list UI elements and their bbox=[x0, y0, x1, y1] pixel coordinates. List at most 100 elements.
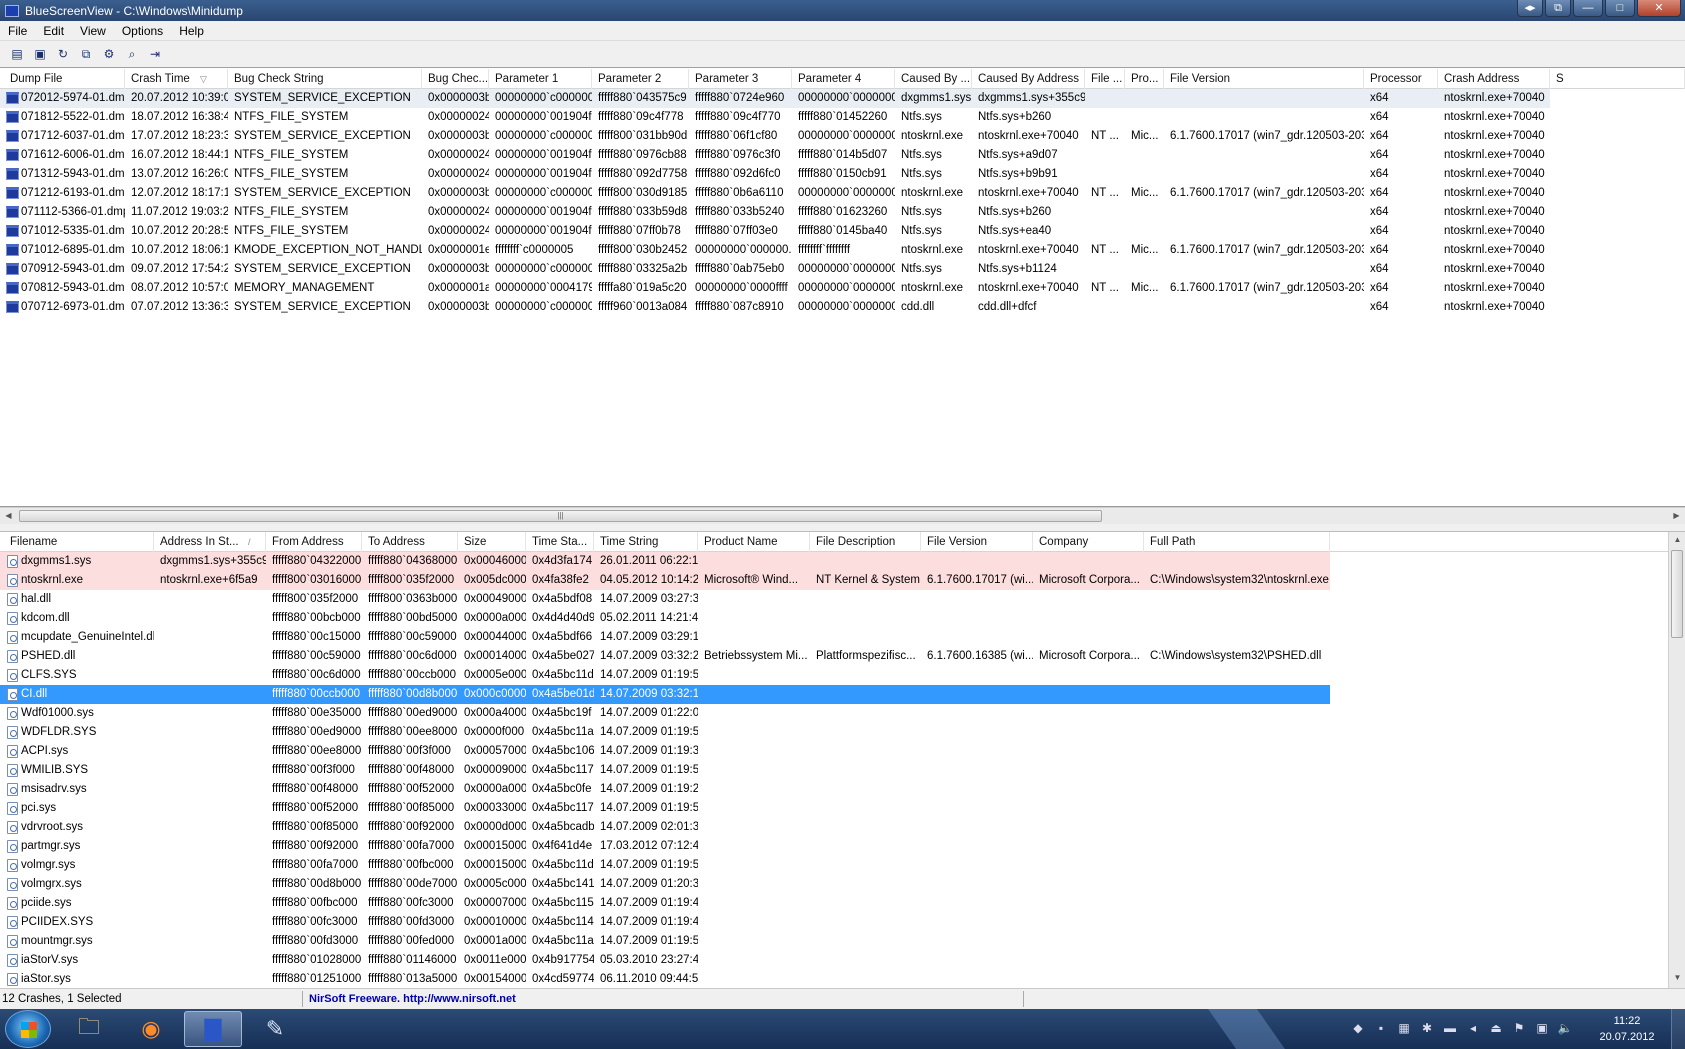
table-row[interactable]: 071312-5943-01.dmp 13.07.2012 16:26:02 NTF… bbox=[0, 165, 1685, 184]
tray-hardware-icon[interactable]: ▪ bbox=[1373, 1020, 1389, 1036]
column-header[interactable]: File Version bbox=[921, 532, 1033, 552]
start-button[interactable] bbox=[5, 1010, 51, 1048]
horizontal-scrollbar[interactable]: ◀ ||| ▶ bbox=[0, 507, 1685, 524]
tray-flag-icon[interactable]: ⚑ bbox=[1511, 1020, 1527, 1036]
table-row[interactable]: ntoskrnl.exe ntoskrnl.exe+6f5a9 fffff800`0… bbox=[0, 571, 1685, 590]
column-header[interactable]: Caused By Address bbox=[972, 69, 1085, 89]
column-header[interactable]: Full Path bbox=[1144, 532, 1330, 552]
table-row[interactable]: CLFS.SYS fffff880`00c6d000 fffff880`00ccb0… bbox=[0, 666, 1685, 685]
column-header[interactable]: Pro... bbox=[1125, 69, 1164, 89]
exit-icon[interactable]: ⇥ bbox=[146, 45, 164, 63]
column-header[interactable]: Parameter 2 bbox=[592, 69, 689, 89]
menu-view[interactable]: View bbox=[72, 24, 114, 38]
tray-antivirus-icon[interactable]: ✱ bbox=[1419, 1020, 1435, 1036]
table-row[interactable]: CI.dll fffff880`00ccb000 fffff880`00d8b000… bbox=[0, 685, 1685, 704]
table-row[interactable]: vdrvroot.sys fffff880`00f85000 fffff880`00… bbox=[0, 818, 1685, 837]
column-header[interactable]: From Address bbox=[266, 532, 362, 552]
column-header[interactable]: Bug Check String bbox=[228, 69, 422, 89]
table-row[interactable]: 070812-5943-01.dmp 08.07.2012 10:57:05 MEM… bbox=[0, 279, 1685, 298]
scroll-up-icon[interactable]: ▲ bbox=[1669, 532, 1685, 548]
column-header[interactable]: File ... bbox=[1085, 69, 1125, 89]
table-row[interactable]: WDFLDR.SYS fffff880`00ed9000 fffff880`00ee… bbox=[0, 723, 1685, 742]
tray-volume-icon[interactable]: 🔈 bbox=[1557, 1020, 1573, 1036]
table-row[interactable]: volmgrx.sys fffff880`00d8b000 fffff880`00d… bbox=[0, 875, 1685, 894]
show-desktop-button[interactable] bbox=[1671, 1009, 1685, 1049]
table-row[interactable]: PSHED.dll fffff880`00c59000 fffff880`00c6d… bbox=[0, 647, 1685, 666]
table-row[interactable]: WMILIB.SYS fffff880`00f3f000 fffff880`00f4… bbox=[0, 761, 1685, 780]
tray-app-icon[interactable]: ◂ bbox=[1465, 1020, 1481, 1036]
table-row[interactable]: ACPI.sys fffff880`00ee8000 fffff880`00f3f0… bbox=[0, 742, 1685, 761]
maximize-button[interactable]: □ bbox=[1605, 0, 1635, 17]
table-row[interactable]: pciide.sys fffff880`00fbc000 fffff880`00fc… bbox=[0, 894, 1685, 913]
table-row[interactable]: mountmgr.sys fffff880`00fd3000 fffff880`00… bbox=[0, 932, 1685, 951]
scroll-down-icon[interactable]: ▼ bbox=[1669, 970, 1685, 986]
menu-edit[interactable]: Edit bbox=[35, 24, 72, 38]
table-row[interactable]: pci.sys fffff880`00f52000 fffff880`00f8500… bbox=[0, 799, 1685, 818]
table-row[interactable]: 071112-5366-01.dmp 11.07.2012 19:03:26 NTF… bbox=[0, 203, 1685, 222]
table-row[interactable]: mcupdate_GenuineIntel.dll fffff880`00c150… bbox=[0, 628, 1685, 647]
paint-icon[interactable]: ✎ bbox=[246, 1011, 304, 1047]
table-row[interactable]: 071012-5335-01.dmp 10.07.2012 20:28:51 NTF… bbox=[0, 222, 1685, 241]
table-row[interactable]: partmgr.sys fffff880`00f92000 fffff880`00f… bbox=[0, 837, 1685, 856]
table-row[interactable]: volmgr.sys fffff880`00fa7000 fffff880`00fb… bbox=[0, 856, 1685, 875]
column-header[interactable]: Parameter 3 bbox=[689, 69, 792, 89]
scroll-thumb-vertical[interactable] bbox=[1671, 550, 1683, 638]
table-row[interactable]: hal.dll fffff800`035f2000 fffff800`0363b00… bbox=[0, 590, 1685, 609]
table-row[interactable]: 071012-6895-01.dmp 10.07.2012 18:06:18 KMO… bbox=[0, 241, 1685, 260]
table-row[interactable]: Wdf01000.sys fffff880`00e35000 fffff880`00… bbox=[0, 704, 1685, 723]
scroll-thumb[interactable]: ||| bbox=[19, 510, 1102, 522]
column-header[interactable]: Product Name bbox=[698, 532, 810, 552]
tray-battery-icon[interactable]: ▬ bbox=[1442, 1020, 1458, 1036]
nirsoft-link[interactable]: NirSoft Freeware. http://www.nirsoft.net bbox=[309, 989, 516, 1009]
column-header[interactable]: Bug Chec... bbox=[422, 69, 489, 89]
tray-network-icon[interactable]: ▣ bbox=[1534, 1020, 1550, 1036]
column-header[interactable]: Time Sta... bbox=[526, 532, 594, 552]
bluescreenview-icon[interactable]: ▇ bbox=[184, 1011, 242, 1047]
scroll-right-icon[interactable]: ▶ bbox=[1668, 508, 1685, 524]
pane-splitter[interactable] bbox=[0, 524, 1685, 532]
table-row[interactable]: 071212-6193-01.dmp 12.07.2012 18:17:14 SYS… bbox=[0, 184, 1685, 203]
find-icon[interactable]: ⌕ bbox=[123, 45, 141, 63]
extra-window-button-2[interactable]: ⧉ bbox=[1545, 0, 1571, 17]
table-row[interactable]: 071812-5522-01.dmp 18.07.2012 16:38:47 NTF… bbox=[0, 108, 1685, 127]
close-button[interactable]: ✕ bbox=[1637, 0, 1681, 17]
tray-security-icon[interactable]: ◆ bbox=[1350, 1020, 1366, 1036]
refresh-icon[interactable]: ↻ bbox=[54, 45, 72, 63]
firefox-icon[interactable]: ◉ bbox=[122, 1011, 180, 1047]
column-header[interactable]: Parameter 1 bbox=[489, 69, 592, 89]
column-header[interactable]: Processor bbox=[1364, 69, 1438, 89]
copy-icon[interactable]: ⧉ bbox=[77, 45, 95, 63]
table-row[interactable]: iaStor.sys fffff880`01251000 fffff880`013a… bbox=[0, 970, 1685, 988]
menu-help[interactable]: Help bbox=[171, 24, 212, 38]
vertical-scrollbar[interactable]: ▲ ▼ bbox=[1668, 532, 1685, 988]
extra-window-button[interactable]: ◂▸ bbox=[1517, 0, 1543, 17]
menu-file[interactable]: File bbox=[0, 24, 35, 38]
column-header[interactable]: Parameter 4 bbox=[792, 69, 895, 89]
table-row[interactable]: PCIIDEX.SYS fffff880`00fc3000 fffff880`00f… bbox=[0, 913, 1685, 932]
column-header[interactable]: To Address bbox=[362, 532, 458, 552]
properties-icon[interactable]: ▤ bbox=[8, 45, 26, 63]
table-row[interactable]: iaStorV.sys fffff880`01028000 fffff880`011… bbox=[0, 951, 1685, 970]
tray-safely-remove-icon[interactable]: ⏏ bbox=[1488, 1020, 1504, 1036]
minimize-button[interactable]: — bbox=[1573, 0, 1603, 17]
column-header[interactable]: Size bbox=[458, 532, 526, 552]
column-header[interactable]: Dump File bbox=[4, 69, 125, 89]
table-row[interactable]: 071612-6006-01.dmp 16.07.2012 18:44:19 NTF… bbox=[0, 146, 1685, 165]
column-header[interactable]: S bbox=[1550, 69, 1685, 89]
save-icon[interactable]: ▣ bbox=[31, 45, 49, 63]
table-row[interactable]: 070912-5943-01.dmp 09.07.2012 17:54:23 SYS… bbox=[0, 260, 1685, 279]
tray-network-app-icon[interactable]: ▦ bbox=[1396, 1020, 1412, 1036]
column-header[interactable]: Crash Time bbox=[125, 69, 228, 89]
column-header[interactable]: Company bbox=[1033, 532, 1144, 552]
dump-list[interactable]: Dump File Crash Time Bug Check String Bug C… bbox=[0, 69, 1685, 507]
table-row[interactable]: kdcom.dll fffff880`00bcb000 fffff880`00bd5… bbox=[0, 609, 1685, 628]
module-list[interactable]: Filename Address In St... From Address To A… bbox=[0, 532, 1685, 988]
clock[interactable]: 11:22 20.07.2012 bbox=[1592, 1013, 1662, 1045]
column-header[interactable]: Filename bbox=[4, 532, 154, 552]
menu-options[interactable]: Options bbox=[114, 24, 171, 38]
options-icon[interactable]: ⚙ bbox=[100, 45, 118, 63]
table-row[interactable]: 070712-6973-01.dmp 07.07.2012 13:36:30 SYS… bbox=[0, 298, 1685, 317]
explorer-icon[interactable]: 🗀 bbox=[60, 1011, 118, 1047]
table-row[interactable]: 072012-5974-01.dmp 20.07.2012 10:39:06 SYS… bbox=[0, 89, 1685, 108]
column-header[interactable]: Caused By ... bbox=[895, 69, 972, 89]
